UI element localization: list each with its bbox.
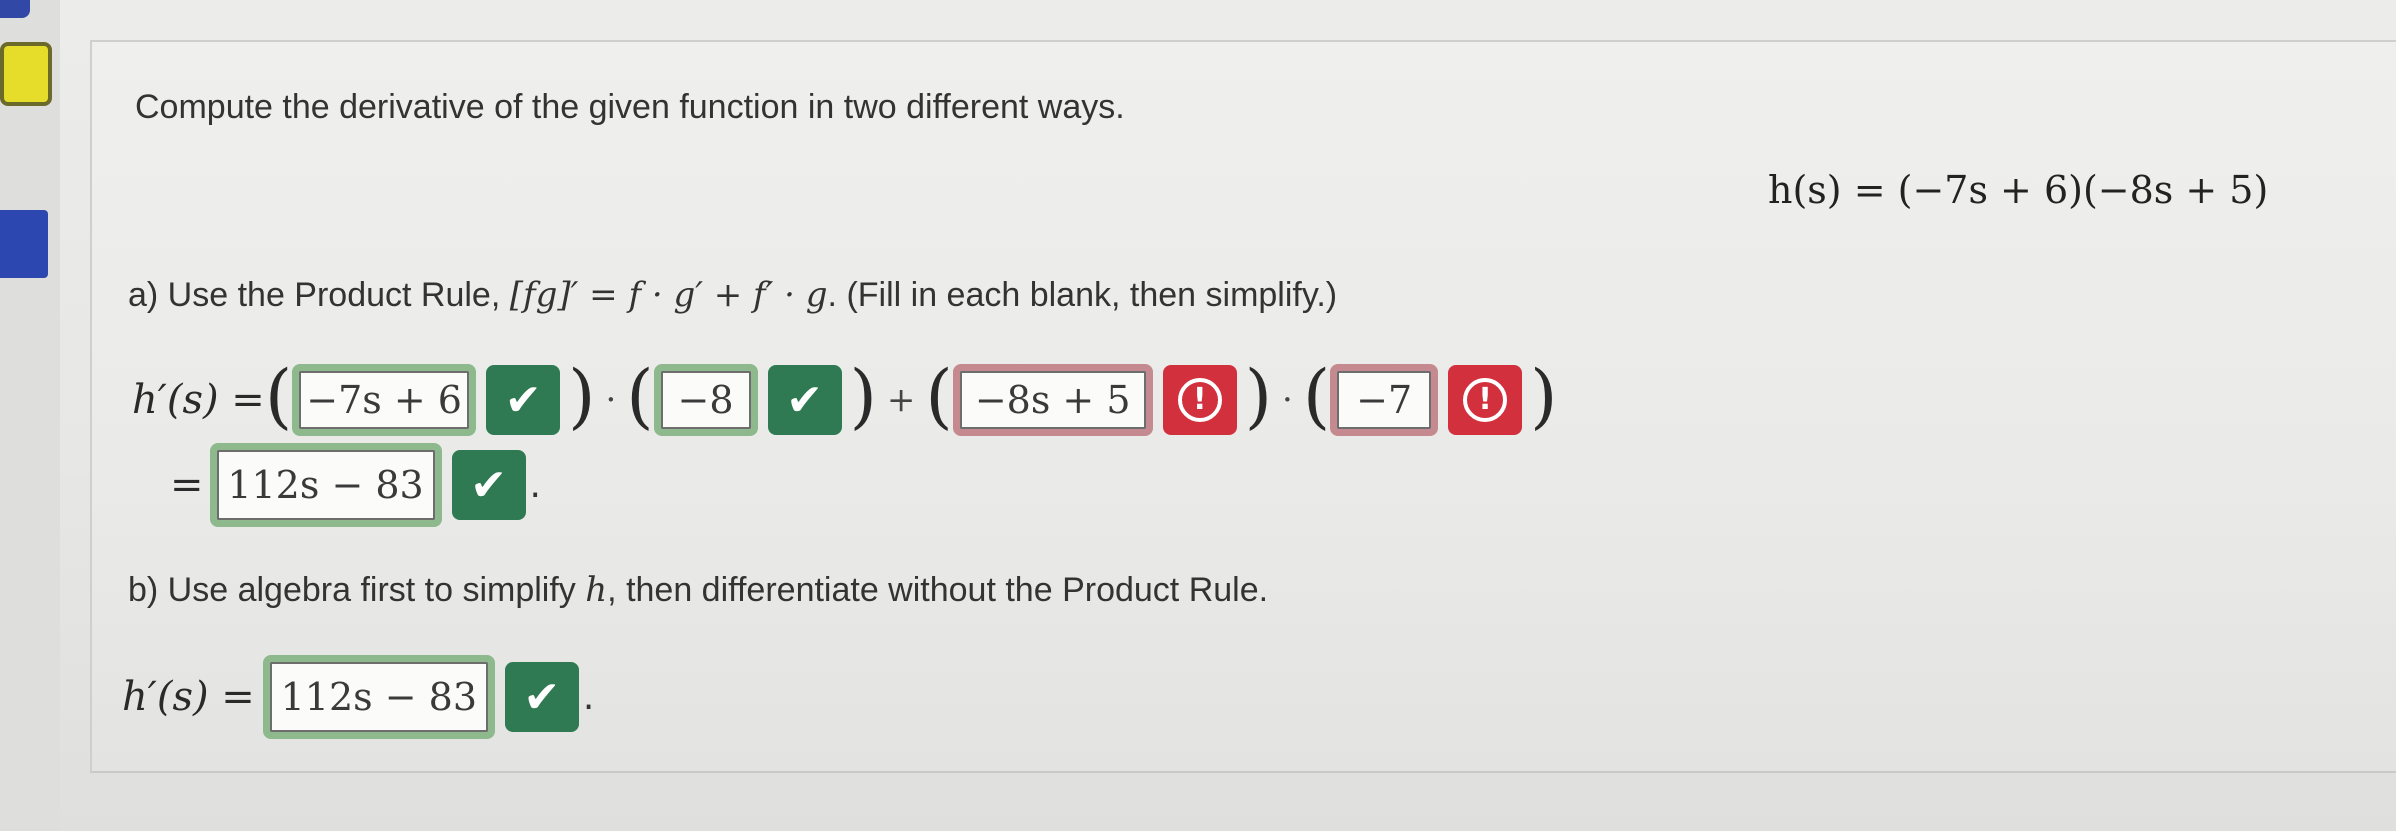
part-b-lhs: h′(s) = <box>122 674 255 720</box>
part-b-instruction: b) Use algebra first to simplify h, then… <box>128 570 1268 610</box>
part-b-variable: h <box>585 570 608 610</box>
open-paren: ( <box>264 355 293 437</box>
answer-blank-g[interactable]: −7 <box>1330 364 1439 436</box>
answer-blank-simplified[interactable]: 112s − 83 <box>209 443 442 527</box>
dot-operator: · <box>605 380 617 420</box>
algebra-row: h′(s) = 112s − 83 ✔ . <box>122 652 594 742</box>
plus-operator: + <box>886 380 916 420</box>
answer-blank-part-b[interactable]: 112s − 83 <box>262 655 495 739</box>
period: . <box>582 676 595 718</box>
part-a-instruction: a) Use the Product Rule, [fg]′ = f · g′ … <box>128 275 1337 315</box>
close-paren: ) <box>568 355 596 437</box>
answer-blank-g-prime[interactable]: −8 <box>653 364 758 436</box>
close-paren: ) <box>1530 355 1558 437</box>
sidebar-tab-top[interactable] <box>0 0 30 18</box>
given-function: h(s) = (−7s + 6)(−8s + 5) <box>1768 168 2269 212</box>
simplified-row: = 112s − 83 ✔ . <box>164 440 541 530</box>
checkmark-icon: ✔ <box>504 662 579 732</box>
sidebar-tab-yellow[interactable] <box>0 42 52 106</box>
close-paren: ) <box>1244 355 1272 437</box>
part-a-prefix: a) Use the Product Rule, <box>128 276 510 314</box>
dot-operator: · <box>1282 380 1293 420</box>
part-b-suffix: , then differentiate without the Product… <box>607 571 1269 609</box>
open-paren: ( <box>1302 355 1331 437</box>
alert-icon: ! <box>1448 365 1523 435</box>
checkmark-icon: ✔ <box>767 365 842 435</box>
alert-icon: ! <box>1162 365 1237 435</box>
part-b-prefix: b) Use algebra first to simplify <box>128 571 586 609</box>
product-rule-row: h′(s) = ( −7s + 6 ✔ ) · ( −8 ✔ ) + ( −8s… <box>132 355 1557 445</box>
open-paren: ( <box>626 355 654 437</box>
checkmark-icon: ✔ <box>486 365 561 435</box>
answer-blank-f-prime[interactable]: −8s + 5 <box>952 364 1153 436</box>
equals-sign: = <box>170 462 204 508</box>
sidebar-tab-blue[interactable] <box>0 210 48 278</box>
alert-ring: ! <box>1463 378 1508 422</box>
question-prompt: Compute the derivative of the given func… <box>135 88 1125 126</box>
period: . <box>529 464 541 506</box>
product-rule-formula: [fg]′ = f · g′ + f′ · g <box>509 275 828 315</box>
close-paren: ) <box>849 355 877 437</box>
answer-blank-f[interactable]: −7s + 6 <box>292 364 477 436</box>
open-paren: ( <box>925 355 953 437</box>
part-a-suffix: . (Fill in each blank, then simplify.) <box>827 276 1338 314</box>
checkmark-icon: ✔ <box>451 450 526 520</box>
alert-ring: ! <box>1177 378 1222 422</box>
part-a-lhs: h′(s) = <box>132 377 265 423</box>
left-sidebar <box>0 0 62 831</box>
